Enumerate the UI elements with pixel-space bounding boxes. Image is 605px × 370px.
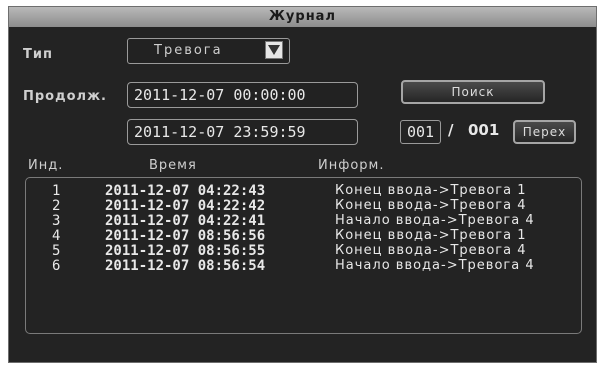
row-info: Начало ввода->Тревога 4 [335, 258, 535, 273]
row-info: Конец ввода->Тревога 4 [335, 198, 527, 213]
total-pages: 001 [468, 121, 500, 139]
page-separator: / [448, 121, 454, 139]
row-time: 2011-12-07 04:22:41 [105, 213, 266, 229]
row-index: 6 [52, 258, 61, 274]
row-time: 2011-12-07 08:56:54 [105, 258, 266, 274]
window-title: Журнал [9, 7, 596, 27]
type-dropdown-value: Тревога [154, 43, 223, 58]
row-info: Начало ввода->Тревога 4 [335, 213, 535, 228]
chevron-down-icon[interactable] [265, 41, 283, 59]
goto-page-button[interactable]: Перех [513, 120, 576, 144]
header-info: Информ. [318, 158, 385, 173]
search-button[interactable]: Поиск [401, 80, 545, 104]
type-label: Тип [23, 47, 53, 62]
table-row[interactable]: 5 2011-12-07 08:56:55 Конец ввода->Трево… [26, 243, 581, 259]
row-index: 5 [52, 243, 61, 259]
row-index: 1 [52, 183, 61, 199]
row-time: 2011-12-07 08:56:55 [105, 243, 266, 259]
row-time: 2011-12-07 04:22:42 [105, 198, 266, 214]
duration-label: Продолж. [23, 89, 107, 104]
table-row[interactable]: 2 2011-12-07 04:22:42 Конец ввода->Трево… [26, 198, 581, 214]
log-table: 1 2011-12-07 04:22:43 Конец ввода->Трево… [25, 177, 582, 334]
table-row[interactable]: 6 2011-12-07 08:56:54 Начало ввода->Трев… [26, 258, 581, 274]
table-row[interactable]: 3 2011-12-07 04:22:41 Начало ввода->Трев… [26, 213, 581, 229]
row-info: Конец ввода->Тревога 1 [335, 228, 527, 243]
start-datetime-field[interactable]: 2011-12-07 00:00:00 [127, 82, 358, 108]
header-time: Время [149, 158, 197, 173]
table-row[interactable]: 1 2011-12-07 04:22:43 Конец ввода->Трево… [26, 183, 581, 199]
row-time: 2011-12-07 04:22:43 [105, 183, 266, 199]
row-index: 4 [52, 228, 61, 244]
end-datetime-field[interactable]: 2011-12-07 23:59:59 [127, 119, 358, 145]
row-index: 3 [52, 213, 61, 229]
row-index: 2 [52, 198, 61, 214]
row-time: 2011-12-07 08:56:56 [105, 228, 266, 244]
row-info: Конец ввода->Тревога 1 [335, 183, 527, 198]
current-page-field[interactable]: 001 [400, 120, 441, 144]
log-window: Журнал Тип Тревога Продолж. 2011-12-07 0… [8, 6, 597, 363]
type-dropdown[interactable]: Тревога [127, 38, 290, 64]
table-row[interactable]: 4 2011-12-07 08:56:56 Конец ввода->Трево… [26, 228, 581, 244]
header-index: Инд. [28, 158, 64, 173]
row-info: Конец ввода->Тревога 4 [335, 243, 527, 258]
